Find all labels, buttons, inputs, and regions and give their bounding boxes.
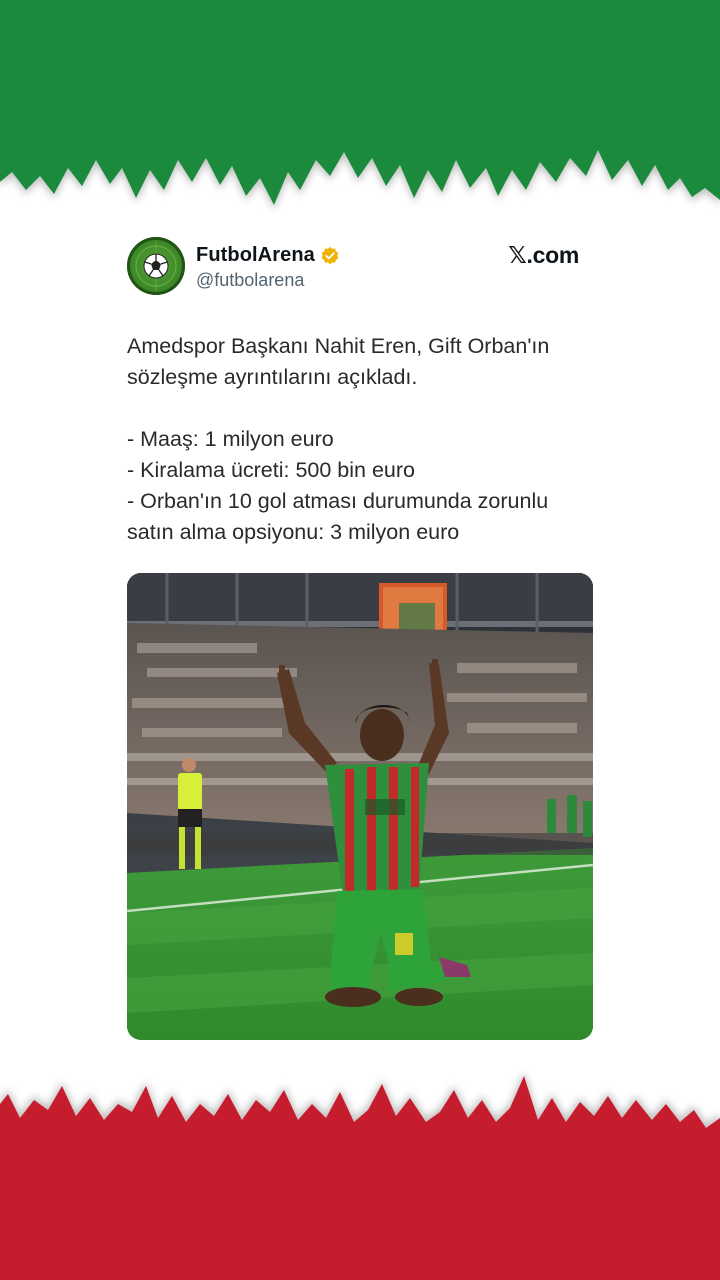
tweet-card: FutbolArena @futbolarena 𝕏.com Amedspor … bbox=[127, 236, 593, 548]
text-line: sözleşme ayrıntılarını açıkladı. bbox=[127, 365, 418, 389]
soccer-ball-icon bbox=[135, 241, 177, 291]
bottom-red-torn-band bbox=[0, 1060, 720, 1280]
text-line: satın alma opsiyonu: 3 milyon euro bbox=[127, 520, 460, 544]
tweet-header: FutbolArena @futbolarena 𝕏.com bbox=[127, 236, 593, 298]
tweet-photo[interactable] bbox=[127, 573, 593, 1040]
top-green-torn-band bbox=[0, 0, 720, 215]
text-line: - Orban'ın 10 gol atması durumunda zorun… bbox=[127, 489, 549, 513]
verified-badge-icon bbox=[321, 246, 339, 264]
profile-avatar[interactable] bbox=[127, 237, 185, 295]
text-line: - Maaş: 1 milyon euro bbox=[127, 427, 334, 451]
text-line: - Kiralama ücreti: 500 bin euro bbox=[127, 458, 416, 482]
x-com-logo[interactable]: 𝕏.com bbox=[508, 242, 579, 269]
text-line: Amedspor Başkanı Nahit Eren, Gift Orban'… bbox=[127, 334, 550, 358]
tweet-text: Amedspor Başkanı Nahit Eren, Gift Orban'… bbox=[127, 331, 593, 548]
account-name[interactable]: FutbolArena bbox=[196, 244, 315, 267]
name-row: FutbolArena bbox=[196, 244, 340, 267]
account-handle[interactable]: @futbolarena bbox=[196, 270, 304, 291]
